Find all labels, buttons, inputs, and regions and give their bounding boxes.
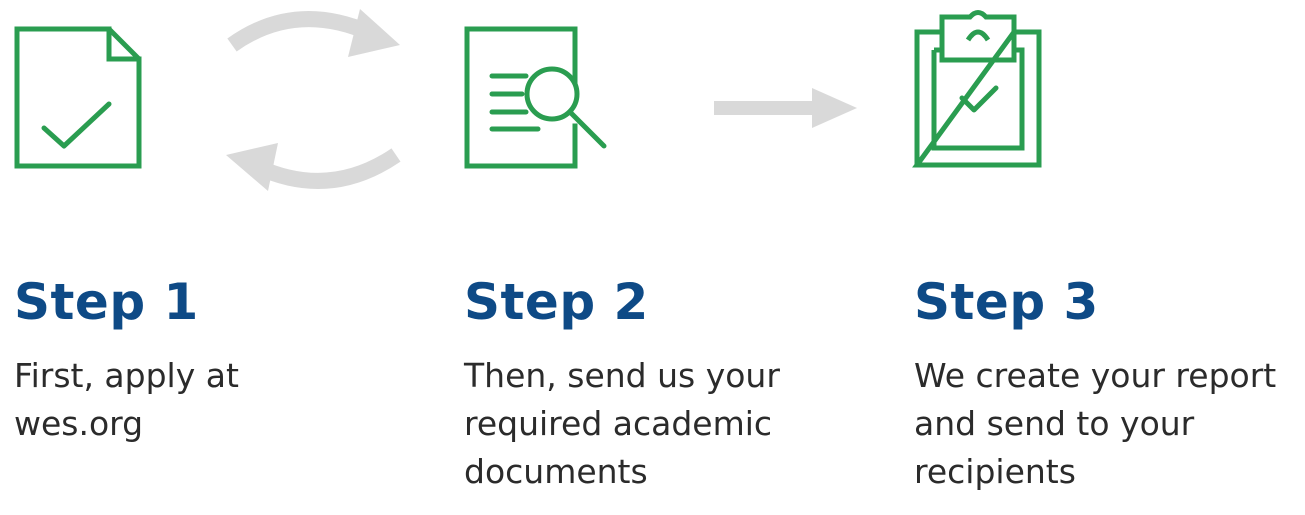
step-2-description: Then, send us your required academic doc… xyxy=(464,356,780,491)
step-3: Step 3 We create your report and send to… xyxy=(914,272,1299,496)
document-search-icon xyxy=(464,26,614,171)
step-3-description: We create your report and send to your r… xyxy=(914,356,1277,491)
step-3-title: Step 3 xyxy=(914,273,1099,331)
step-2: Step 2 Then, send us your required acade… xyxy=(464,272,884,496)
step-1-description: First, apply at wes.org xyxy=(14,356,239,443)
step-2-title: Step 2 xyxy=(464,273,649,331)
right-arrow-icon xyxy=(714,88,859,128)
document-check-icon xyxy=(14,26,144,171)
step-1-title: Step 1 xyxy=(14,273,199,331)
step-1: Step 1 First, apply at wes.org xyxy=(14,272,394,448)
clipboard-check-icon xyxy=(912,10,1044,172)
cycle-arrows-icon xyxy=(220,5,405,195)
